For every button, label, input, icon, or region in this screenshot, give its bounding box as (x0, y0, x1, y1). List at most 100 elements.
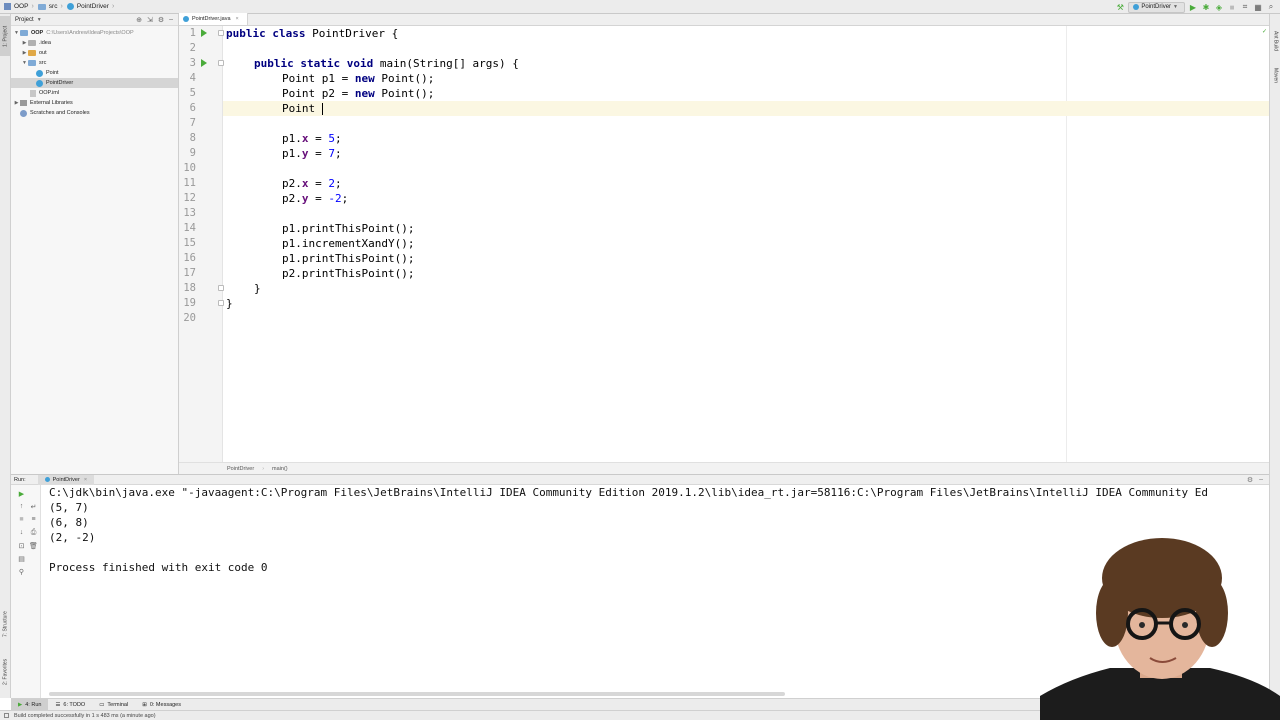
status-message[interactable]: Build completed successfully in 1 s 483 … (14, 713, 156, 719)
project-icon (4, 3, 11, 10)
tree-item-scratches[interactable]: Scratches and Consoles (11, 108, 178, 118)
nav-crumb-project[interactable]: OOP (0, 0, 31, 14)
code-line: p1.x = 5; (223, 131, 1269, 146)
breadcrumb-separator: › (262, 465, 265, 472)
locate-icon[interactable]: ⊕ (136, 16, 142, 24)
build-hammer-icon[interactable]: ⚒ (1115, 2, 1125, 12)
run-class-gutter-icon[interactable] (201, 29, 207, 37)
tree-item-iml[interactable]: OOP.iml (11, 88, 178, 98)
print-icon[interactable]: ⎙ (29, 528, 38, 537)
chevron-down-icon[interactable]: ▼ (37, 17, 42, 23)
code-area[interactable]: public class PointDriver { public static… (223, 26, 1269, 462)
tree-item-label: OOP.iml (39, 90, 60, 96)
nav-separator: › (111, 3, 115, 10)
line-number: 8 (189, 132, 196, 144)
line-number: 5 (189, 87, 196, 99)
tool-tab-label: 0: Messages (149, 701, 181, 708)
debug-icon[interactable]: ✱ (1201, 2, 1211, 12)
search-icon[interactable]: ⌕ (1266, 2, 1276, 12)
class-icon (66, 3, 74, 10)
soft-wrap-icon[interactable]: ↵ (29, 502, 38, 511)
code-text: PointDriver { (312, 27, 399, 40)
gear-icon[interactable]: ⚙ (158, 16, 164, 24)
hide-icon[interactable]: – (169, 16, 173, 24)
error-stripe[interactable]: ✓ (1261, 26, 1269, 462)
collapsed-arrow-icon[interactable]: ▶ (21, 40, 28, 46)
editor-tab-pointdriver[interactable]: PointDriver.java × (179, 13, 248, 25)
collapse-all-icon[interactable]: ⇲ (147, 16, 153, 24)
tool-windows-icon[interactable] (4, 713, 9, 718)
layout-icon[interactable]: ▤ (17, 554, 26, 563)
project-panel-title[interactable]: Project (15, 17, 34, 23)
webcam-overlay (1040, 528, 1280, 720)
breadcrumb-item-class[interactable]: PointDriver (227, 466, 254, 472)
code-number: 5 (328, 132, 335, 145)
run-configuration-select[interactable]: PointDriver ▼ (1128, 1, 1185, 13)
code-text: p1.printThisPoint(); (282, 252, 415, 265)
coverage-icon[interactable]: ◈ (1214, 2, 1224, 12)
nav-folder-label: src (48, 3, 58, 10)
up-arrow-icon[interactable]: ↑ (17, 502, 26, 511)
stop-icon[interactable]: ■ (17, 515, 26, 524)
pin-icon[interactable]: ⚲ (17, 567, 26, 576)
line-number: 9 (189, 147, 196, 159)
line-number: 6 (189, 102, 196, 114)
nav-crumb-file[interactable]: PointDriver (63, 0, 112, 14)
code-text: = (308, 147, 329, 160)
collapsed-arrow-icon[interactable]: ▶ (13, 100, 20, 106)
project-structure-icon[interactable]: ▦ (1253, 2, 1263, 12)
collapsed-arrow-icon[interactable]: ▶ (21, 50, 28, 56)
horizontal-scrollbar[interactable] (49, 692, 785, 696)
down-arrow-icon[interactable]: ↓ (17, 528, 26, 537)
tool-tab-terminal[interactable]: ▭ Terminal (92, 699, 135, 711)
code-text: = (308, 132, 329, 145)
run-tab-pointdriver[interactable]: PointDriver × (37, 474, 95, 485)
ant-build-tool-tab[interactable]: Ant Build (1270, 26, 1280, 56)
tree-item-idea[interactable]: ▶ .idea (11, 38, 178, 48)
run-tab-label: PointDriver (52, 476, 80, 483)
favorites-tool-tab[interactable]: 2: Favorites (0, 652, 11, 692)
tool-tab-messages[interactable]: ⊞ 0: Messages (135, 699, 188, 711)
run-icon[interactable]: ▶ (1188, 2, 1198, 12)
folder-icon (20, 30, 28, 36)
code-text: Point p1 = (282, 72, 355, 85)
code-text: p1.incrementXandY(); (282, 237, 415, 250)
tree-item-project-root[interactable]: ▼ OOP C:\Users\Andrew\IdeaProjects\OOP (11, 28, 178, 38)
line-number: 1 (189, 27, 196, 39)
expanded-arrow-icon[interactable]: ▼ (21, 60, 28, 66)
breadcrumb-item-method[interactable]: main() (272, 466, 288, 472)
close-icon[interactable]: × (236, 16, 239, 22)
editor: PointDriver.java × 1 2 3 4 5 6 7 8 9 10 … (179, 13, 1269, 474)
scroll-to-end-icon[interactable]: ≡ (29, 515, 38, 524)
structure-tool-tab[interactable]: 7: Structure (0, 604, 11, 644)
close-icon[interactable]: × (84, 477, 87, 483)
code-line: Point p2 = new Point(); (223, 86, 1269, 101)
gear-icon[interactable]: ⚙ (1247, 476, 1253, 484)
project-tool-tab[interactable]: 1: Project (0, 16, 11, 56)
run-main-gutter-icon[interactable] (201, 59, 207, 67)
stop-icon[interactable]: ■ (1227, 2, 1237, 12)
hide-icon[interactable]: – (1259, 476, 1263, 484)
line-number: 14 (183, 222, 196, 234)
tree-item-out[interactable]: ▶ out (11, 48, 178, 58)
tool-tab-run[interactable]: ▶ 4: Run (11, 698, 49, 711)
tree-item-pointdriver[interactable]: PointDriver (11, 78, 178, 88)
tree-item-path: C:\Users\Andrew\IdeaProjects\OOP (46, 30, 134, 36)
expanded-arrow-icon[interactable]: ▼ (13, 30, 20, 36)
class-icon (1133, 4, 1140, 10)
nav-crumb-folder[interactable]: src (34, 0, 61, 14)
console-line: (5, 7) (49, 501, 89, 514)
trash-icon[interactable]: 🗑 (29, 541, 38, 550)
tool-tab-todo[interactable]: ☰ 6: TODO (48, 699, 92, 711)
todo-icon: ☰ (55, 701, 61, 708)
tree-item-external-libraries[interactable]: ▶ External Libraries (11, 98, 178, 108)
code-text: p1.printThisPoint(); (282, 222, 415, 235)
code-line: public class PointDriver { (223, 26, 1269, 41)
restore-layout-icon[interactable]: ⊡ (17, 541, 26, 550)
vcs-icon[interactable]: ⌗ (1240, 2, 1250, 12)
tree-item-point[interactable]: Point (11, 68, 178, 78)
code-field: x (301, 177, 309, 190)
rerun-icon[interactable]: ▶ (17, 489, 26, 498)
tree-item-src[interactable]: ▼ src (11, 58, 178, 68)
maven-tool-tab[interactable]: Maven (1270, 64, 1280, 88)
